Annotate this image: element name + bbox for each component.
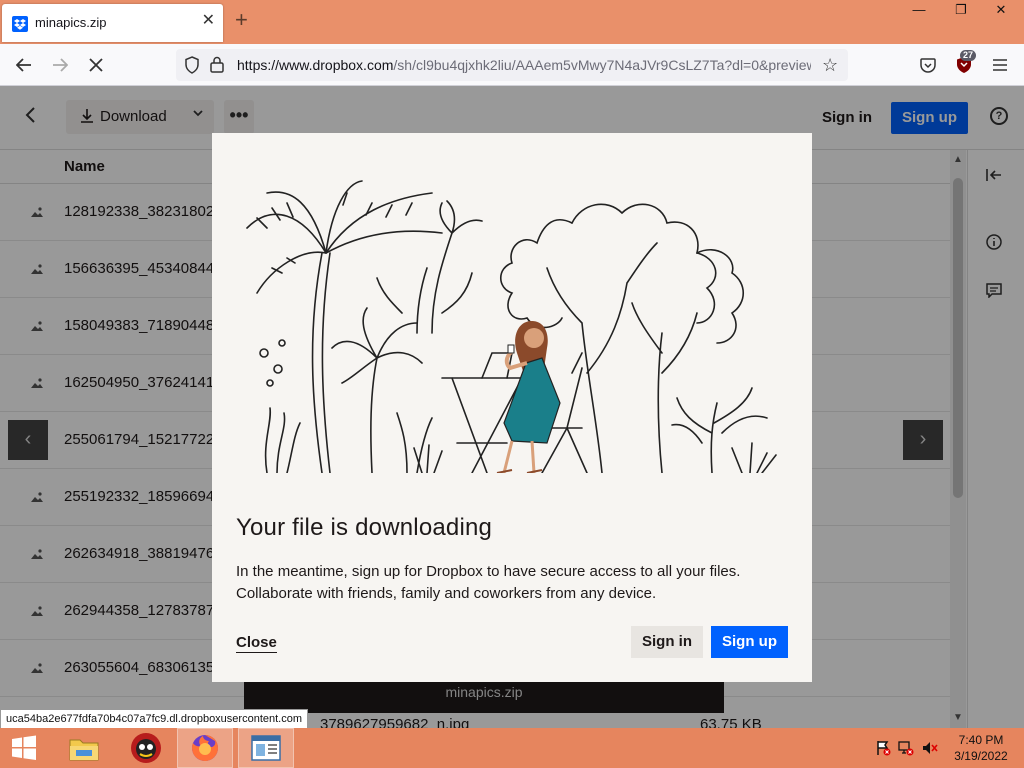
status-url-tooltip: uca54ba2e677fdfa70b4c07a7fc9.dl.dropboxu… <box>0 709 309 729</box>
restore-icon[interactable]: ❐ <box>944 0 978 20</box>
minimize-icon[interactable]: — <box>902 0 936 20</box>
browser-navbar: https://www.dropbox.com/sh/cl9bu4qjxhk2l… <box>0 44 1024 86</box>
app-avatar-icon[interactable] <box>118 728 174 768</box>
pocket-icon[interactable] <box>916 53 940 77</box>
clock-date: 3/19/2022 <box>954 749 1008 763</box>
modal-sign-in-button[interactable]: Sign in <box>631 626 703 658</box>
windows-taskbar: 7:40 PM 3/19/2022 <box>0 728 1024 768</box>
modal-close-button[interactable]: Close <box>236 634 277 653</box>
network-icon[interactable] <box>898 740 914 759</box>
windows-start-icon[interactable] <box>0 728 48 768</box>
back-icon[interactable] <box>12 53 36 77</box>
browser-titlebar: minapics.zip ✕ + — ❐ ✕ <box>0 0 1024 44</box>
hamburger-menu-icon[interactable] <box>988 53 1012 77</box>
url-path: /sh/cl9bu4qjxhk2liu/AAAem5vMwy7N4aJVr9Cs… <box>393 57 811 73</box>
modal-body: In the meantime, sign up for Dropbox to … <box>236 561 796 605</box>
file-explorer-icon[interactable] <box>56 728 112 768</box>
extension-count-badge: 27 <box>960 50 977 61</box>
forward-icon[interactable] <box>48 53 72 77</box>
window-app-icon[interactable] <box>238 728 294 768</box>
clock-time: 7:40 PM <box>958 733 1004 747</box>
woman-in-garden-illustration <box>246 180 777 473</box>
url-text[interactable]: https://www.dropbox.com/sh/cl9bu4qjxhk2l… <box>237 57 811 73</box>
modal-title: Your file is downloading <box>236 514 493 541</box>
url-domain: https://www.dropbox.com <box>237 57 394 73</box>
woman-figure <box>496 321 561 473</box>
volume-muted-icon[interactable] <box>922 740 938 759</box>
tracking-shield-icon[interactable] <box>184 56 200 79</box>
lock-icon[interactable] <box>210 56 224 78</box>
stop-loading-icon[interactable] <box>84 53 108 77</box>
window-close-icon[interactable]: ✕ <box>978 0 1024 20</box>
dropbox-favicon-icon <box>12 16 28 32</box>
bookmark-star-icon[interactable]: ☆ <box>822 55 838 76</box>
modal-body-line: Collaborate with friends, family and cow… <box>236 585 657 602</box>
flag-notification-icon[interactable] <box>875 740 891 759</box>
modal-body-line: In the meantime, sign up for Dropbox to … <box>236 563 741 580</box>
address-bar[interactable]: https://www.dropbox.com/sh/cl9bu4qjxhk2l… <box>176 49 848 81</box>
new-tab-icon[interactable]: + <box>235 9 248 31</box>
tab-close-icon[interactable]: ✕ <box>202 13 215 29</box>
modal-sign-up-button[interactable]: Sign up <box>711 626 788 658</box>
browser-tab[interactable]: minapics.zip ✕ <box>2 4 223 42</box>
system-clock[interactable]: 7:40 PM 3/19/2022 <box>950 732 1012 764</box>
firefox-taskbar-icon[interactable] <box>177 728 233 768</box>
download-modal: Your file is downloading In the meantime… <box>212 133 812 682</box>
tab-title: minapics.zip <box>35 15 107 30</box>
